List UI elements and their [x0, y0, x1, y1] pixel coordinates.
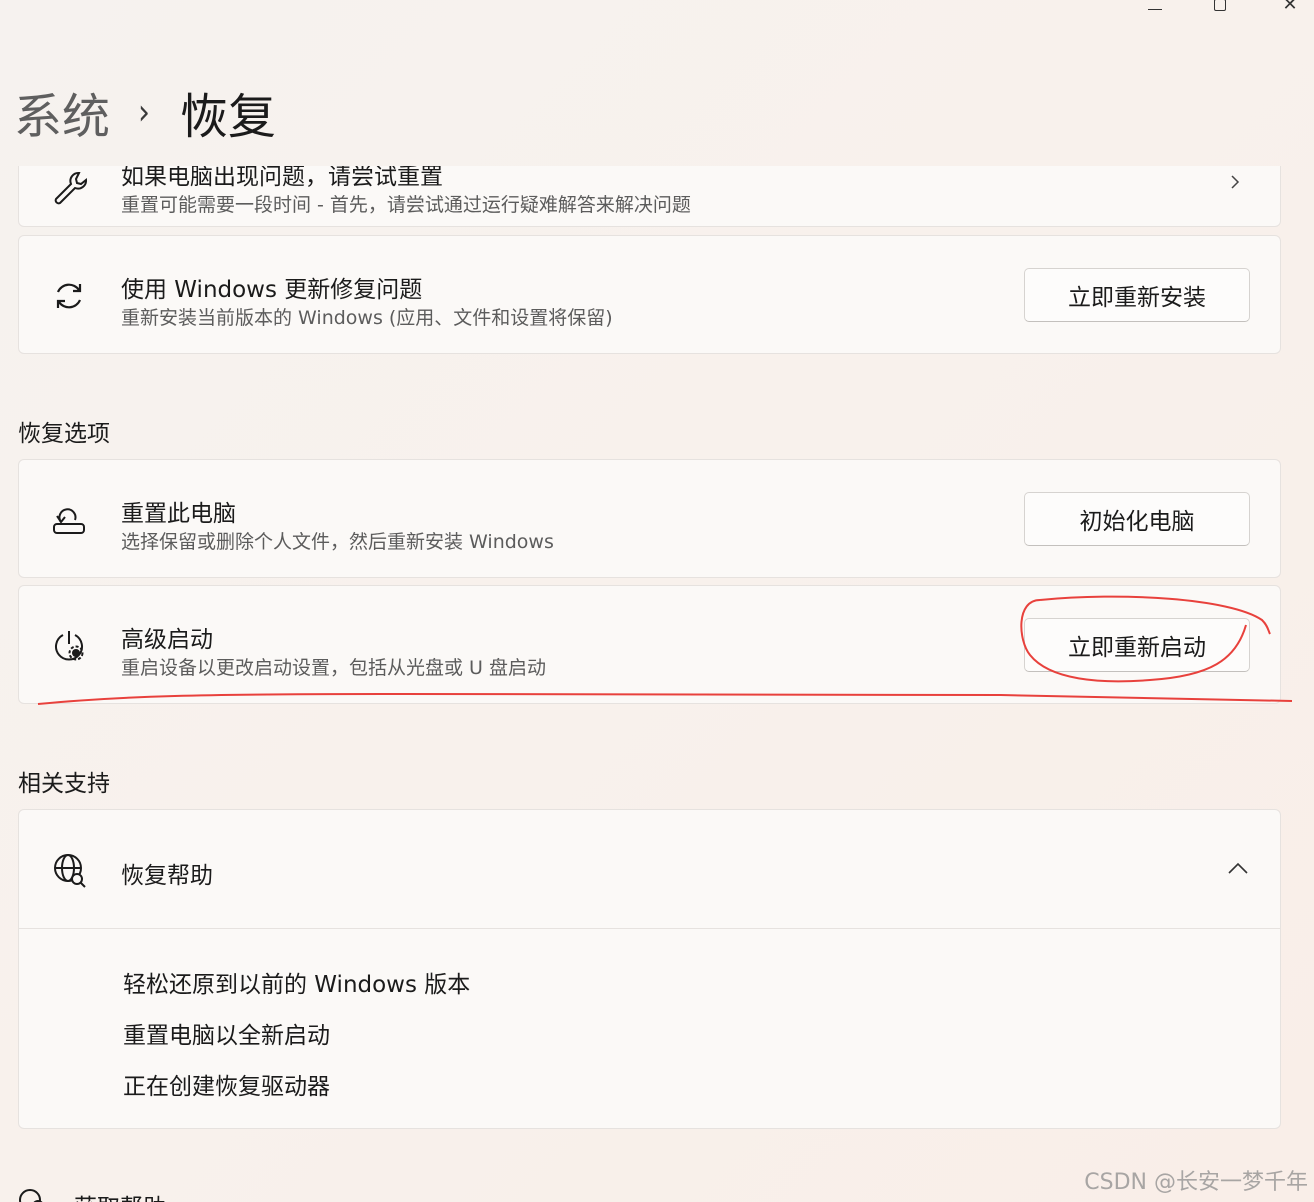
recovery-help-expander: 恢复帮助 轻松还原到以前的 Windows 版本 重置电脑以全新启动 正在创建恢… — [18, 809, 1281, 1129]
reinstall-now-button[interactable]: 立即重新安装 — [1024, 268, 1250, 322]
related-support-heading: 相关支持 — [18, 771, 110, 797]
close-icon: ✕ — [1282, 0, 1298, 15]
card-description: 重置可能需要一段时间 - 首先，请尝试通过运行疑难解答来解决问题 — [121, 194, 691, 216]
advanced-startup-card: 高级启动 重启设备以更改启动设置，包括从光盘或 U 盘启动 立即重新启动 — [18, 585, 1281, 704]
card-title: 重置此电脑 — [121, 501, 236, 527]
close-button[interactable]: ✕ — [1270, 0, 1310, 16]
breadcrumb-separator-icon: › — [138, 91, 151, 133]
help-chat-icon — [19, 1189, 43, 1202]
card-description: 重启设备以更改启动设置，包括从光盘或 U 盘启动 — [121, 657, 546, 679]
maximize-icon — [1214, 0, 1226, 11]
breadcrumb: 系统 › 恢复 — [14, 77, 277, 147]
windows-update-fix-card: 使用 Windows 更新修复问题 重新安装当前版本的 Windows (应用、… — [18, 235, 1281, 354]
maximize-button[interactable] — [1200, 0, 1240, 16]
help-link-reset-fresh-start[interactable]: 重置电脑以全新启动 — [123, 1016, 330, 1050]
divider — [19, 928, 1280, 929]
get-help-link[interactable]: 获取帮助 — [18, 1186, 318, 1202]
chevron-right-icon — [1231, 175, 1240, 189]
recovery-help-header[interactable]: 恢复帮助 — [19, 810, 1280, 928]
restart-now-button[interactable]: 立即重新启动 — [1024, 618, 1250, 672]
scroll-clip: 如果电脑出现问题，请尝试重置 重置可能需要一段时间 - 首先，请尝试通过运行疑难… — [18, 166, 1281, 228]
minimize-icon — [1148, 8, 1162, 10]
advanced-startup-icon — [55, 631, 84, 661]
help-link-create-recovery-drive[interactable]: 正在创建恢复驱动器 — [123, 1067, 330, 1101]
reset-troubleshoot-card[interactable]: 如果电脑出现问题，请尝试重置 重置可能需要一段时间 - 首先，请尝试通过运行疑难… — [18, 166, 1281, 227]
card-title: 高级启动 — [121, 627, 213, 653]
reset-pc-card: 重置此电脑 选择保留或删除个人文件，然后重新安装 Windows 初始化电脑 — [18, 459, 1281, 578]
page-title: 恢复 — [180, 89, 277, 145]
globe-search-icon — [54, 854, 86, 888]
sync-icon — [56, 283, 82, 309]
card-description: 重新安装当前版本的 Windows (应用、文件和设置将保留) — [121, 307, 613, 329]
card-description: 选择保留或删除个人文件，然后重新安装 Windows — [121, 531, 554, 553]
minimize-button[interactable] — [1135, 0, 1175, 16]
get-help-label: 获取帮助 — [74, 1188, 166, 1202]
chevron-up-icon[interactable] — [1228, 862, 1248, 874]
breadcrumb-parent-link[interactable]: 系统 — [14, 77, 110, 147]
recovery-options-heading: 恢复选项 — [18, 421, 110, 447]
help-link-restore-previous[interactable]: 轻松还原到以前的 Windows 版本 — [123, 965, 470, 999]
card-title: 使用 Windows 更新修复问题 — [121, 277, 423, 303]
watermark: CSDN @长安一梦千年 — [1084, 1170, 1308, 1195]
recovery-help-title: 恢复帮助 — [121, 863, 213, 889]
card-title: 如果电脑出现问题，请尝试重置 — [121, 166, 443, 190]
wrench-icon — [54, 172, 87, 205]
reset-pc-button[interactable]: 初始化电脑 — [1024, 492, 1250, 546]
reset-pc-icon — [53, 508, 85, 534]
